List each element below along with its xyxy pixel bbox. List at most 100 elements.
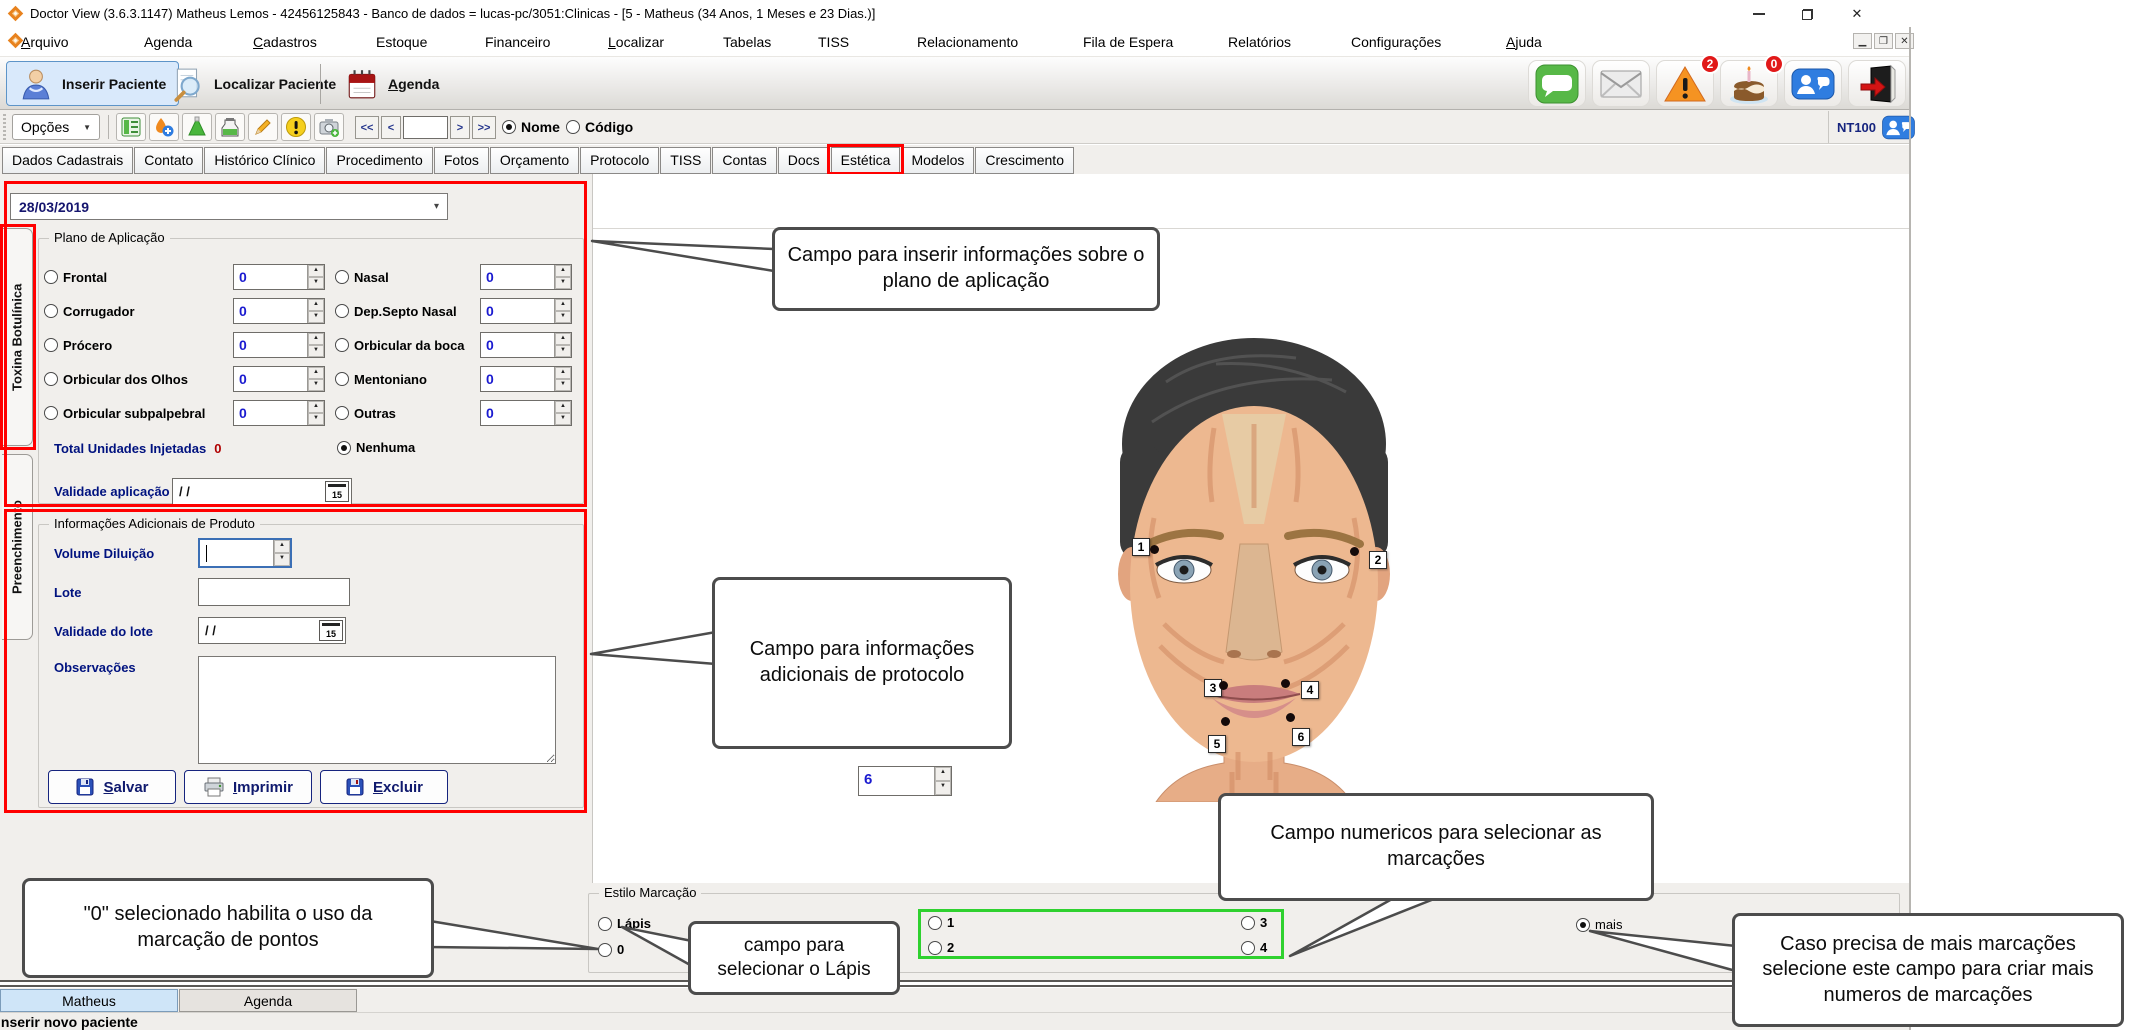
patient-tab[interactable]: Protocolo [580,147,659,174]
calendar-picker-icon[interactable]: 15 [319,620,343,641]
menu-item[interactable]: Agenda [144,34,192,50]
menu-item[interactable]: Estoque [376,34,427,50]
minimize-button[interactable] [1748,5,1770,23]
menu-item[interactable]: Relacionamento [917,34,1018,50]
spin-down-icon[interactable]: ▼ [555,379,571,391]
menu-item[interactable]: Ajuda [1506,34,1542,50]
face-marker-label[interactable]: 2 [1369,551,1387,569]
menu-item[interactable]: Financeiro [485,34,550,50]
workspace-tab-agenda[interactable]: Agenda [179,989,357,1012]
search-by-code-radio[interactable]: Código [566,119,633,135]
imprimir-button[interactable]: Imprimir [184,770,312,804]
patient-tab[interactable]: Modelos [901,147,974,174]
volume-diluicao-spinner[interactable]: ▲▼ [198,538,292,568]
marker-4-radio[interactable]: 4 [1241,940,1267,955]
zero-radio[interactable]: 0 [598,942,624,957]
marker-3-radio[interactable]: 3 [1241,915,1267,930]
muscle-radio[interactable]: Orbicular dos Olhos [44,372,233,387]
contacts-button[interactable] [1784,60,1842,107]
options-dropdown[interactable]: Opções▼ [12,114,100,140]
record-list-button[interactable] [116,113,146,141]
spin-up-icon[interactable]: ▲ [308,299,324,311]
mdi-close-button[interactable]: ✕ [1895,33,1914,49]
mdi-minimize-button[interactable]: ▁ [1853,33,1872,49]
muscle-radio[interactable]: Dep.Septo Nasal [335,304,480,319]
spin-up-icon[interactable]: ▲ [935,767,951,781]
spin-up-icon[interactable]: ▲ [555,333,571,345]
calendar-picker-icon[interactable]: 15 [325,481,349,502]
spin-down-icon[interactable]: ▼ [308,413,324,425]
lapis-radio[interactable]: Lápis [598,916,651,931]
alerts-button[interactable]: 2 [1656,60,1714,107]
units-spinner[interactable]: 0▲▼ [480,332,572,358]
units-spinner[interactable]: 0▲▼ [233,400,325,426]
muscle-radio[interactable]: Prócero [44,338,233,353]
spin-down-icon[interactable]: ▼ [274,553,290,566]
workspace-tab-patient[interactable]: Matheus [0,989,178,1012]
menu-item[interactable]: Arquivo [21,34,68,50]
mdi-restore-button[interactable]: ❐ [1874,33,1893,49]
muscle-radio[interactable]: Mentoniano [335,372,480,387]
observacoes-textarea[interactable] [198,656,556,764]
spin-down-icon[interactable]: ▼ [308,311,324,323]
spin-down-icon[interactable]: ▼ [308,345,324,357]
patient-tab[interactable]: Histórico Clínico [204,147,325,174]
insert-patient-button[interactable]: Inserir Paciente [6,61,179,106]
muscle-radio[interactable]: Orbicular subpalpebral [44,406,233,421]
patient-tab[interactable]: TISS [660,147,711,174]
face-marker-label[interactable]: 5 [1208,735,1226,753]
face-marker-label[interactable]: 4 [1301,681,1319,699]
mail-button[interactable] [1592,60,1650,107]
patient-tab[interactable]: Contas [712,147,776,174]
units-spinner[interactable]: 0▲▼ [480,264,572,290]
nav-last-button[interactable]: >> [472,116,496,139]
face-marker-dot[interactable] [1286,713,1295,722]
menu-item[interactable]: Relatórios [1228,34,1291,50]
spin-up-icon[interactable]: ▲ [308,333,324,345]
menu-item[interactable]: Localizar [608,34,664,50]
side-tab-toxina-botulinica[interactable]: Toxina Botulínica [2,228,33,446]
add-exam-button[interactable] [149,113,179,141]
spin-up-icon[interactable]: ▲ [555,367,571,379]
nenhuma-radio[interactable]: Nenhuma [337,440,415,455]
face-marker-label[interactable]: 6 [1292,728,1310,746]
menu-item[interactable]: Tabelas [723,34,771,50]
spin-up-icon[interactable]: ▲ [555,265,571,277]
menu-item[interactable]: Fila de Espera [1083,34,1173,50]
birthdays-button[interactable]: 0 [1720,60,1778,107]
face-marker-label[interactable]: 1 [1132,538,1150,556]
add-photo-button[interactable] [314,113,344,141]
spin-up-icon[interactable]: ▲ [308,265,324,277]
excluir-button[interactable]: Excluir [320,770,448,804]
spin-down-icon[interactable]: ▼ [555,413,571,425]
nav-prev-button[interactable]: < [381,116,401,139]
agenda-button[interactable]: Agenda [332,61,452,106]
validade-lote-field[interactable]: / / 15 [198,617,346,644]
patient-tab[interactable]: Dados Cadastrais [2,147,133,174]
spin-down-icon[interactable]: ▼ [555,345,571,357]
units-spinner[interactable]: 0▲▼ [480,298,572,324]
menu-item[interactable]: Configurações [1351,34,1441,50]
nav-next-button[interactable]: > [450,116,470,139]
patient-tab[interactable]: Crescimento [975,147,1074,174]
muscle-radio[interactable]: Corrugador [44,304,233,319]
restore-button[interactable] [1796,5,1818,23]
menu-item[interactable]: TISS [818,34,849,50]
spin-up-icon[interactable]: ▲ [308,401,324,413]
spin-down-icon[interactable]: ▼ [308,379,324,391]
close-button[interactable]: ✕ [1846,5,1868,23]
application-date-dropdown[interactable]: 28/03/2019 ▾ [10,193,448,220]
face-marker-dot[interactable] [1350,547,1359,556]
record-number-input[interactable] [403,116,448,139]
units-spinner[interactable]: 0▲▼ [233,366,325,392]
spin-down-icon[interactable]: ▼ [555,311,571,323]
exit-button[interactable] [1848,60,1906,107]
units-spinner[interactable]: 0▲▼ [233,298,325,324]
nav-first-button[interactable]: << [355,116,379,139]
spin-down-icon[interactable]: ▼ [555,277,571,289]
jar-button[interactable] [215,113,245,141]
face-marker-dot[interactable] [1150,545,1159,554]
patient-tab[interactable]: Contato [134,147,203,174]
spin-down-icon[interactable]: ▼ [308,277,324,289]
side-tab-preenchimento[interactable]: Preenchimento [2,454,33,640]
